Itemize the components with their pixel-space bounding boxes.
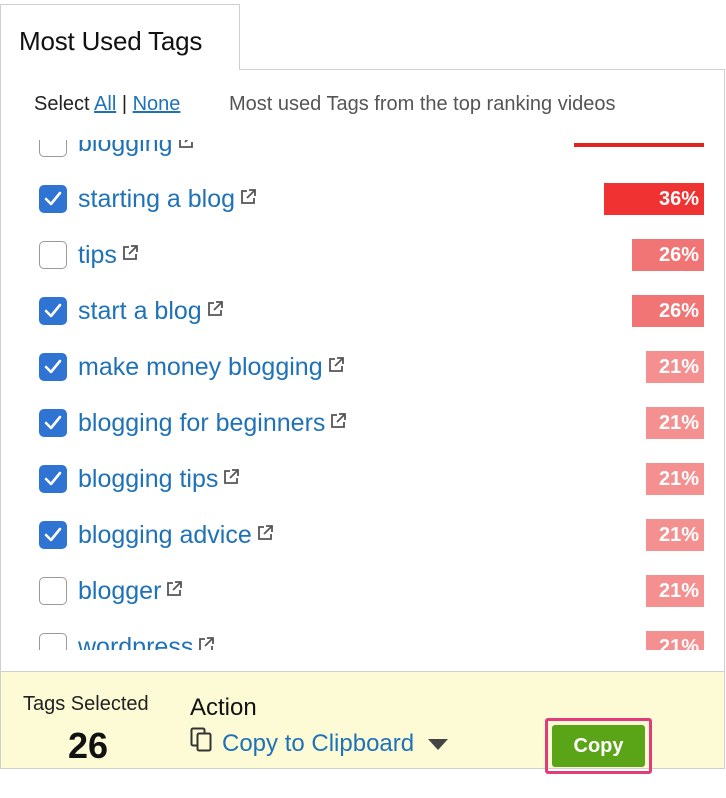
tag-checkbox[interactable] (39, 297, 67, 325)
tag-checkbox[interactable] (39, 577, 67, 605)
tag-checkbox[interactable] (39, 353, 67, 381)
tag-checkbox[interactable] (39, 633, 67, 650)
tag-label: starting a blog (78, 185, 236, 213)
checkmark-icon (44, 191, 62, 206)
tags-description: Most used Tags from the top ranking vide… (229, 93, 616, 115)
usage-bar: 26% (632, 239, 704, 271)
tag-list[interactable]: blogging starting a blog 36% tips 26% start a… (0, 140, 724, 650)
usage-percent: 21% (658, 468, 699, 490)
tag-label: blogging advice (78, 521, 252, 549)
select-prefix: Select (34, 93, 90, 115)
tag-label: blogging for beginners (78, 409, 326, 437)
usage-bar: 36% (604, 183, 704, 215)
tag-label: start a blog (78, 297, 202, 325)
tag-row: blogging for beginners 21% (0, 395, 724, 451)
tag-checkbox[interactable] (39, 465, 67, 493)
tag-link[interactable]: blogging (78, 140, 195, 158)
tag-row: blogging tips 21% (0, 451, 724, 507)
tag-label: blogging (78, 140, 173, 157)
tag-row: tips 26% (0, 227, 724, 283)
tag-checkbox[interactable] (39, 241, 67, 269)
external-link-icon (197, 632, 215, 650)
caret-down-icon (428, 730, 449, 758)
copy-button[interactable]: Copy (552, 725, 645, 767)
tag-checkbox[interactable] (39, 409, 67, 437)
checkmark-icon (44, 359, 62, 374)
action-label: Action (190, 694, 257, 721)
tag-link[interactable]: wordpress (78, 632, 215, 650)
usage-percent: 21% (658, 580, 699, 602)
select-separator: | (121, 93, 128, 115)
checkmark-icon (44, 303, 62, 318)
tag-checkbox[interactable] (39, 521, 67, 549)
tags-selected-label: Tags Selected (23, 693, 149, 715)
usage-bar: 26% (632, 295, 704, 327)
tag-checkbox[interactable] (39, 140, 67, 157)
action-dropdown[interactable]: Copy to Clipboard (190, 727, 449, 760)
copy-button-highlight: Copy (545, 718, 652, 774)
tag-link[interactable]: blogger (78, 576, 183, 606)
tags-selected-count: 26 (68, 725, 109, 766)
clipboard-icon (190, 727, 214, 760)
tag-row: wordpress 21% (0, 619, 724, 650)
select-none-link[interactable]: None (133, 93, 181, 115)
select-controls: Select All | None (34, 93, 180, 116)
checkmark-icon (44, 415, 62, 430)
usage-bar: 21% (646, 407, 704, 439)
usage-percent: 36% (658, 188, 699, 210)
usage-bar: 21% (646, 463, 704, 495)
tag-link[interactable]: blogging tips (78, 464, 240, 494)
checkmark-icon (44, 471, 62, 486)
external-link-icon (121, 240, 139, 269)
tag-label: wordpress (78, 633, 194, 650)
usage-percent: 21% (658, 524, 699, 546)
external-link-icon (256, 520, 274, 549)
checkmark-icon (44, 527, 62, 542)
external-link-icon (165, 576, 183, 605)
tag-row: starting a blog 36% (0, 171, 724, 227)
usage-percent: 21% (658, 636, 699, 650)
external-link-icon (222, 464, 240, 493)
tag-row: blogging advice 21% (0, 507, 724, 563)
usage-bar: 21% (646, 351, 704, 383)
tab-label: Most Used Tags (19, 26, 203, 56)
tag-link[interactable]: make money blogging (78, 352, 345, 382)
tag-link[interactable]: tips (78, 240, 139, 270)
tag-row: start a blog 26% (0, 283, 724, 339)
tag-row: make money blogging 21% (0, 339, 724, 395)
external-link-icon (327, 352, 345, 381)
usage-bar: 21% (646, 519, 704, 551)
tag-row: blogger 21% (0, 563, 724, 619)
tag-label: make money blogging (78, 353, 323, 381)
tag-link[interactable]: blogging advice (78, 520, 274, 550)
tag-link[interactable]: start a blog (78, 296, 224, 326)
tag-row: blogging (0, 140, 724, 171)
usage-bar (574, 143, 704, 147)
tag-label: blogging tips (78, 465, 219, 493)
usage-percent: 21% (658, 412, 699, 434)
tab-most-used-tags[interactable]: Most Used Tags (0, 4, 240, 70)
tag-link[interactable]: starting a blog (78, 184, 257, 214)
external-link-icon (239, 184, 257, 213)
external-link-icon (177, 140, 195, 157)
usage-percent: 21% (658, 356, 699, 378)
usage-percent: 26% (658, 244, 699, 266)
tag-link[interactable]: blogging for beginners (78, 408, 347, 438)
external-link-icon (206, 296, 224, 325)
tag-checkbox[interactable] (39, 185, 67, 213)
tag-label: blogger (78, 577, 162, 605)
action-value: Copy to Clipboard (222, 729, 415, 757)
tag-label: tips (78, 241, 117, 269)
usage-percent: 26% (658, 300, 699, 322)
usage-bar: 21% (646, 631, 704, 650)
select-all-link[interactable]: All (94, 93, 116, 115)
external-link-icon (329, 408, 347, 437)
usage-bar: 21% (646, 575, 704, 607)
